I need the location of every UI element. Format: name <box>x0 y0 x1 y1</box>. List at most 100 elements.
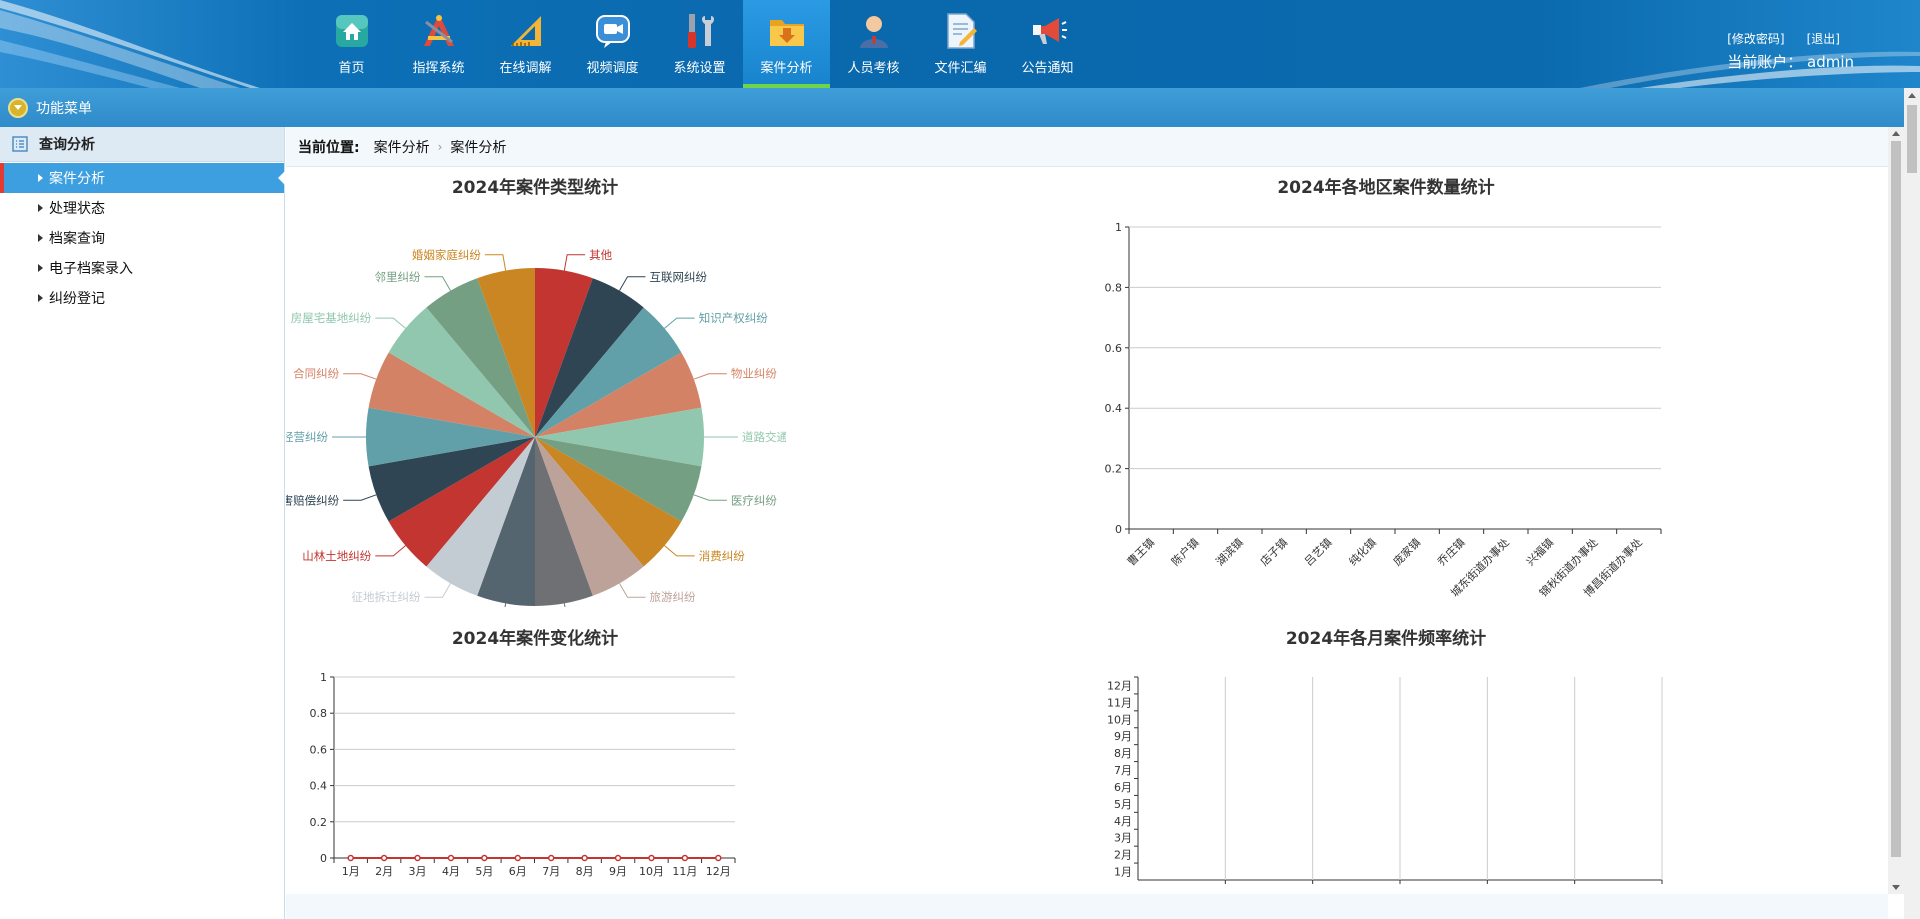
megaphone-icon <box>1032 18 1067 44</box>
region-x-tick-label: 庞家镇 <box>1390 535 1423 568</box>
pie-label-line <box>563 603 566 607</box>
sidebar-section-header[interactable]: 查询分析 <box>0 127 284 162</box>
frequency-y-tick-label: 8月 <box>1114 747 1132 760</box>
trend-point <box>681 854 689 862</box>
region-x-tick-label: 店子镇 <box>1257 535 1290 568</box>
pie-label: 医疗纠纷 <box>731 493 777 507</box>
sidebar-item-dispute-registration[interactable]: 纠纷登记 <box>0 283 284 313</box>
scroll-down-icon[interactable] <box>1892 885 1900 890</box>
change-password-link[interactable]: [修改密码] <box>1727 30 1784 47</box>
pie-label-line <box>343 494 377 501</box>
pie-label: 劳动争议纠纷 <box>589 612 658 626</box>
sidebar-item-label: 电子档案录入 <box>49 261 133 277</box>
pie-label-line <box>664 317 695 329</box>
nav-item-online-mediation[interactable]: 在线调解 <box>482 0 569 88</box>
sidebar-item-archive-query[interactable]: 档案查询 <box>0 223 284 253</box>
trend-chart-y-tick-label: 0.8 <box>310 707 328 720</box>
sidebar-section-title: 查询分析 <box>39 137 95 153</box>
breadcrumb-label: 当前位置: <box>298 139 360 156</box>
pie-label-line <box>619 583 646 598</box>
nav-label: 首页 <box>338 61 365 76</box>
list-icon <box>12 136 28 152</box>
nav-item-system-settings[interactable]: 系统设置 <box>656 0 743 88</box>
top-header: 首页 指挥系统 在线调解 视频调度 系统设置 案件分析 人员考核 文件汇编 公告… <box>0 0 1920 88</box>
caret-right-icon <box>38 294 43 302</box>
pie-label: 生产经营纠纷 <box>286 430 328 444</box>
person-icon <box>859 15 888 48</box>
region-x-tick-label: 陈户镇 <box>1168 535 1201 568</box>
trend-x-tick-label: 5月 <box>475 865 493 878</box>
pie-label: 环境污染纠纷 <box>412 612 481 626</box>
sidebar-item-processing-status[interactable]: 处理状态 <box>0 193 284 223</box>
caret-right-icon <box>38 264 43 272</box>
nav-label: 系统设置 <box>673 61 726 76</box>
region-chart-title: 2024年各地区案件数量统计 <box>1277 177 1494 198</box>
frequency-y-tick-label: 10月 <box>1107 713 1132 726</box>
pie-label-line <box>563 254 586 271</box>
region-x-tick-label: 吕艺镇 <box>1301 535 1334 568</box>
sidebar-menu: 案件分析 处理状态 档案查询 电子档案录入 纠纷登记 <box>0 163 285 313</box>
pie-label-line <box>343 373 377 380</box>
caret-right-icon <box>38 204 43 212</box>
nav-label: 视频调度 <box>586 61 639 76</box>
trend-x-tick-label: 6月 <box>509 865 527 878</box>
pie-label-line <box>484 254 507 271</box>
pie-label: 消费纠纷 <box>699 549 745 563</box>
sidebar-item-e-archive-entry[interactable]: 电子档案录入 <box>0 253 284 283</box>
nav-item-document-compilation[interactable]: 文件汇编 <box>917 0 1004 88</box>
trend-x-tick-label: 8月 <box>576 865 594 878</box>
trend-point <box>514 854 522 862</box>
nav-item-video-dispatch[interactable]: 视频调度 <box>569 0 656 88</box>
region-chart-y-tick-label: 1 <box>1115 221 1122 234</box>
command-icon <box>423 14 454 46</box>
scrollbar-thumb[interactable] <box>1907 105 1917 173</box>
scrollbar-thumb[interactable] <box>1891 141 1901 857</box>
trend-x-tick-label: 4月 <box>442 865 460 878</box>
logout-link[interactable]: [退出] <box>1807 30 1840 47</box>
document-edit-icon <box>946 13 977 49</box>
breadcrumb-separator-icon: › <box>437 139 443 154</box>
nav-label: 人员考核 <box>847 61 900 76</box>
trend-point <box>414 854 421 862</box>
pie-label-line <box>375 545 406 557</box>
folder-download-icon <box>769 20 804 46</box>
region-x-tick-label: 湖滨镇 <box>1213 535 1246 568</box>
pie-label-line <box>693 494 727 501</box>
scroll-up-icon[interactable] <box>1892 131 1900 136</box>
nav-label: 公告通知 <box>1021 61 1074 76</box>
breadcrumb: 当前位置: 案件分析 › 案件分析 <box>286 127 1888 167</box>
breadcrumb-item[interactable]: 案件分析 <box>450 137 506 157</box>
page-scrollbar[interactable] <box>1904 88 1920 919</box>
frequency-y-tick-label: 5月 <box>1114 798 1132 811</box>
content-scrollbar[interactable] <box>1888 127 1904 894</box>
nav-item-announcements[interactable]: 公告通知 <box>1004 0 1091 88</box>
trend-x-tick-label: 3月 <box>409 865 427 878</box>
region-chart-y-tick-label: 0.4 <box>1105 402 1123 415</box>
menu-toggle-button[interactable] <box>8 97 28 118</box>
nav-item-command[interactable]: 指挥系统 <box>395 0 482 88</box>
sidebar-item-case-analysis[interactable]: 案件分析 <box>0 163 285 193</box>
nav-item-staff-assessment[interactable]: 人员考核 <box>830 0 917 88</box>
scroll-up-icon[interactable] <box>1908 93 1916 98</box>
pie-label-line <box>504 603 507 607</box>
video-chat-icon <box>595 15 630 48</box>
trend-point <box>447 854 455 862</box>
trend-point <box>481 854 488 862</box>
nav-label: 案件分析 <box>760 61 813 76</box>
app-root: 首页 指挥系统 在线调解 视频调度 系统设置 案件分析 人员考核 文件汇编 公告… <box>0 0 1920 919</box>
function-menu-bar: 功能菜单 <box>0 88 1904 127</box>
breadcrumb-item[interactable]: 案件分析 <box>374 137 430 157</box>
pie-label-line <box>424 583 451 598</box>
trend-chart-y-tick-label: 1 <box>320 671 327 684</box>
nav-label: 指挥系统 <box>412 61 465 76</box>
main-content: 当前位置: 案件分析 › 案件分析 2024年案件类型统计 其他 互联网纠纷 知识产权… <box>286 127 1888 919</box>
nav-item-case-analysis[interactable]: 案件分析 <box>743 0 830 88</box>
nav-label: 文件汇编 <box>934 61 987 76</box>
region-chart-y-tick-label: 0.6 <box>1105 342 1123 355</box>
pie-label: 山林土地纠纷 <box>302 549 371 563</box>
pie-label-line <box>619 276 646 291</box>
frequency-chart-title: 2024年各月案件频率统计 <box>1286 628 1486 649</box>
sidebar-item-label: 纠纷登记 <box>49 291 105 307</box>
pie-label: 道路交通事故 <box>742 430 811 444</box>
nav-item-home[interactable]: 首页 <box>308 0 395 88</box>
